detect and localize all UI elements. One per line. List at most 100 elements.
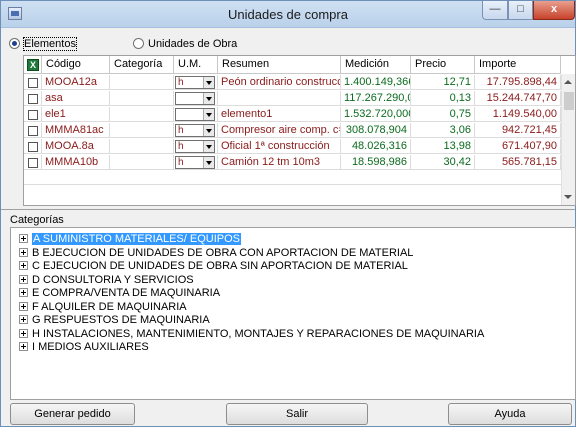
expand-plus-icon[interactable]: [19, 328, 28, 338]
cell-precio[interactable]: 3,06: [411, 123, 475, 138]
tree-item[interactable]: H INSTALACIONES, MANTENIMIENTO, MONTAJES…: [19, 328, 484, 341]
table-row[interactable]: MMMA81ac h Compresor aire comp. c=3m308.07…: [24, 123, 561, 139]
cell-resumen[interactable]: Oficial 1ª construcción: [218, 139, 341, 154]
tree-item-label[interactable]: E COMPRA/VENTA DE MAQUINARIA: [32, 287, 220, 299]
table-row[interactable]: asa 117.267.290,0000,1315.244.747,70: [24, 91, 561, 107]
tree-item[interactable]: E COMPRA/VENTA DE MAQUINARIA: [19, 287, 220, 300]
tree-item[interactable]: I MEDIOS AUXILIARES: [19, 341, 149, 354]
cell-medicion[interactable]: 48.026,316: [341, 139, 411, 154]
expand-plus-icon[interactable]: [19, 261, 28, 270]
cell-medicion[interactable]: 308.078,904: [341, 123, 411, 138]
col-header-precio[interactable]: Precio: [411, 56, 475, 74]
dropdown-arrow-icon[interactable]: [203, 141, 214, 152]
tree-item[interactable]: F ALQUILER DE MAQUINARIA: [19, 301, 187, 314]
row-checkbox[interactable]: [28, 142, 38, 152]
expand-plus-icon[interactable]: [19, 315, 28, 324]
cell-importe[interactable]: 15.244.747,70: [475, 91, 561, 106]
tree-item-label[interactable]: D CONSULTORIA Y SERVICIOS: [32, 274, 194, 286]
cell-importe[interactable]: 1.149.540,00: [475, 107, 561, 122]
um-select[interactable]: h: [175, 140, 215, 153]
row-checkbox[interactable]: [28, 110, 38, 120]
pane-splitter[interactable]: [1, 209, 575, 211]
expand-plus-icon[interactable]: [19, 288, 28, 297]
col-header-resumen[interactable]: Resumen: [218, 56, 341, 74]
cell-resumen[interactable]: [218, 91, 341, 106]
cell-codigo[interactable]: MOOA.8a: [42, 139, 110, 154]
title-bar[interactable]: Unidades de compra — □ x: [1, 1, 575, 28]
maximize-button[interactable]: □: [508, 1, 533, 20]
cell-categoria[interactable]: [110, 139, 174, 154]
cell-categoria[interactable]: [110, 155, 174, 170]
expand-plus-icon[interactable]: [19, 274, 28, 284]
tree-item-label[interactable]: A SUMINISTRO MATERIALES/ EQUIPOS: [32, 233, 242, 245]
um-select[interactable]: h: [175, 124, 215, 137]
minimize-button[interactable]: —: [482, 1, 508, 20]
tree-item[interactable]: A SUMINISTRO MATERIALES/ EQUIPOS: [19, 233, 242, 246]
ayuda-button[interactable]: Ayuda: [448, 403, 572, 425]
cell-codigo[interactable]: MOOA12a: [42, 75, 110, 90]
col-header-um[interactable]: U.M.: [174, 56, 218, 74]
scroll-down-icon[interactable]: [564, 193, 573, 202]
cell-precio[interactable]: 30,42: [411, 155, 475, 170]
cell-categoria[interactable]: [110, 75, 174, 90]
cell-importe[interactable]: 942.721,45: [475, 123, 561, 138]
tree-item-label[interactable]: G RESPUESTOS DE MAQUINARIA: [32, 314, 210, 326]
excel-export-icon[interactable]: X: [27, 59, 39, 71]
expand-plus-icon[interactable]: [19, 342, 28, 351]
col-header-importe[interactable]: Importe: [475, 56, 561, 74]
tree-item-label[interactable]: C EJECUCION DE UNIDADES DE OBRA SIN APOR…: [32, 260, 408, 272]
scroll-up-icon[interactable]: [564, 78, 573, 87]
scroll-thumb[interactable]: [564, 92, 574, 110]
close-button[interactable]: x: [533, 1, 575, 20]
tree-item-label[interactable]: I MEDIOS AUXILIARES: [32, 341, 149, 353]
um-select[interactable]: [175, 108, 215, 121]
dropdown-arrow-icon[interactable]: [203, 157, 214, 168]
expand-plus-icon[interactable]: [19, 234, 28, 243]
row-checkbox[interactable]: [28, 94, 38, 104]
table-row[interactable]: MOOA12a h Peón ordinario construcción1.400…: [24, 75, 561, 91]
cell-resumen[interactable]: Camión 12 tm 10m3: [218, 155, 341, 170]
cell-categoria[interactable]: [110, 107, 174, 122]
cell-codigo[interactable]: MMMA81ac: [42, 123, 110, 138]
cell-codigo[interactable]: MMMA10b: [42, 155, 110, 170]
expand-plus-icon[interactable]: [19, 301, 28, 311]
table-scrollbar[interactable]: [561, 74, 575, 205]
tree-item-label[interactable]: H INSTALACIONES, MANTENIMIENTO, MONTAJES…: [32, 328, 484, 340]
radio-unidades-obra-dot[interactable]: [133, 38, 144, 49]
cell-resumen[interactable]: Peón ordinario construcción: [218, 75, 341, 90]
cell-importe[interactable]: 565.781,15: [475, 155, 561, 170]
cell-medicion[interactable]: 117.267.290,000: [341, 91, 411, 106]
select-all-header[interactable]: X: [24, 56, 42, 74]
radio-elementos[interactable]: Elementos: [9, 37, 77, 51]
row-checkbox[interactable]: [28, 126, 38, 136]
um-select[interactable]: [175, 92, 215, 105]
tree-item-label[interactable]: B EJECUCION DE UNIDADES DE OBRA CON APOR…: [32, 247, 413, 259]
cell-categoria[interactable]: [110, 123, 174, 138]
table-row-empty[interactable]: [24, 171, 561, 185]
tree-item[interactable]: B EJECUCION DE UNIDADES DE OBRA CON APOR…: [19, 247, 413, 260]
cell-importe[interactable]: 17.795.898,44: [475, 75, 561, 90]
cell-medicion[interactable]: 1.532.720,000: [341, 107, 411, 122]
table-row[interactable]: MOOA.8a h Oficial 1ª construcción 48.026,31…: [24, 139, 561, 155]
cell-precio[interactable]: 12,71: [411, 75, 475, 90]
cell-precio[interactable]: 0,75: [411, 107, 475, 122]
cell-medicion[interactable]: 18.598,986: [341, 155, 411, 170]
generar-pedido-button[interactable]: Generar pedido: [10, 403, 135, 425]
radio-unidades-obra-label[interactable]: Unidades de Obra: [148, 38, 237, 50]
dropdown-arrow-icon[interactable]: [203, 109, 214, 120]
col-header-codigo[interactable]: Código: [42, 56, 110, 74]
salir-button[interactable]: Salir: [226, 403, 368, 425]
dropdown-arrow-icon[interactable]: [203, 93, 214, 104]
dropdown-arrow-icon[interactable]: [203, 77, 214, 88]
table-row[interactable]: MMMA10b h Camión 12 tm 10m3 18.598,986 30,42…: [24, 155, 561, 171]
tree-item[interactable]: D CONSULTORIA Y SERVICIOS: [19, 274, 194, 287]
col-header-categoria[interactable]: Categoría: [110, 56, 174, 74]
cell-categoria[interactable]: [110, 91, 174, 106]
um-select[interactable]: h: [175, 76, 215, 89]
cell-precio[interactable]: 0,13: [411, 91, 475, 106]
cell-resumen[interactable]: elemento1: [218, 107, 341, 122]
tree-item-label[interactable]: F ALQUILER DE MAQUINARIA: [32, 301, 187, 313]
radio-elementos-dot[interactable]: [9, 38, 20, 49]
col-header-medicion[interactable]: Medición: [341, 56, 411, 74]
cell-codigo[interactable]: asa: [42, 91, 110, 106]
